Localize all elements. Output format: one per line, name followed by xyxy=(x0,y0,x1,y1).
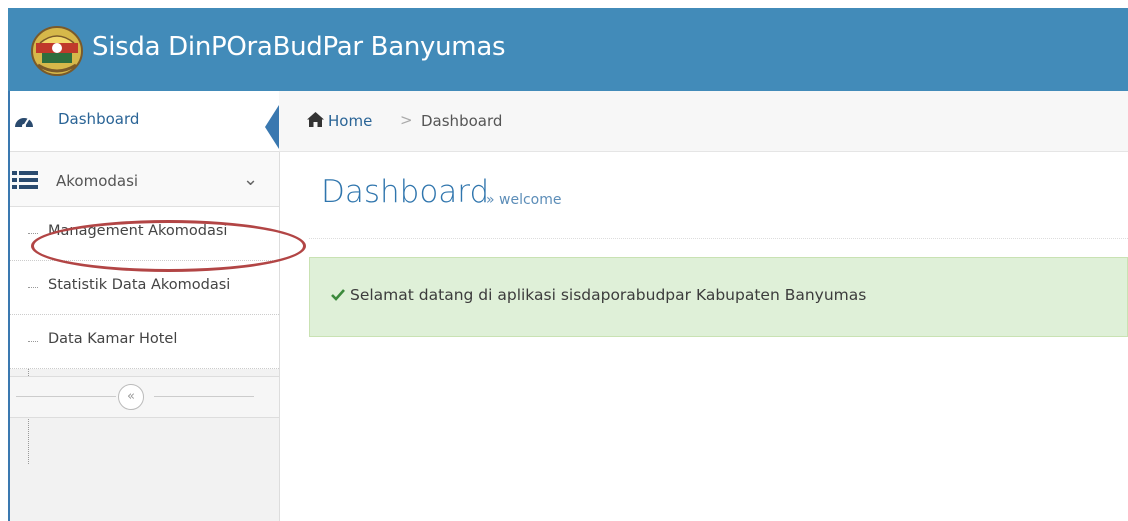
sidebar-subitem-label: Statistik Data Akomodasi xyxy=(48,277,231,293)
breadcrumb-separator: > xyxy=(400,111,413,129)
chevron-down-icon: ⌄ xyxy=(243,169,259,190)
sidebar-subitem-label: Data Kamar Hotel xyxy=(48,331,178,347)
sidebar-subitem-statistik-data-akomodasi[interactable]: Statistik Data Akomodasi xyxy=(8,261,279,315)
home-icon[interactable] xyxy=(306,111,325,128)
list-icon xyxy=(12,171,38,189)
sidebar-subitem-data-kamar-hotel[interactable]: Data Kamar Hotel xyxy=(8,315,279,369)
sidebar-collapse-button[interactable]: « xyxy=(118,384,144,410)
app-frame: Sisda DinPOraBudPar Banyumas Dashboard A… xyxy=(8,8,1128,521)
sidebar-item-akomodasi[interactable]: Akomodasi ⌄ xyxy=(8,152,279,207)
welcome-alert: Selamat datang di aplikasi sisdaporabudp… xyxy=(309,257,1128,337)
sidebar-subitem-label: Management Akomodasi xyxy=(48,223,228,239)
divider xyxy=(154,396,254,397)
page-subtitle: » welcome xyxy=(486,192,562,208)
breadcrumb: Home > Dashboard xyxy=(279,91,1128,152)
sidebar-collapse-row: « xyxy=(8,376,279,418)
page-title: Dashboard xyxy=(321,174,490,210)
tree-connector xyxy=(28,341,38,342)
check-icon xyxy=(331,289,345,301)
alert-message: Selamat datang di aplikasi sisdaporabudp… xyxy=(350,286,867,304)
sidebar-item-label: Akomodasi xyxy=(56,172,139,190)
sidebar: Dashboard Akomodasi ⌄ Management Akomoda… xyxy=(8,91,280,521)
sidebar-subitem-management-akomodasi[interactable]: Management Akomodasi xyxy=(8,207,279,261)
sidebar-item-label: Dashboard xyxy=(58,110,140,128)
sidebar-border xyxy=(8,91,10,521)
sidebar-item-dashboard[interactable]: Dashboard xyxy=(8,91,279,152)
crest-icon[interactable] xyxy=(28,21,86,79)
active-indicator xyxy=(265,105,279,149)
divider xyxy=(16,396,116,397)
breadcrumb-home-link[interactable]: Home xyxy=(328,112,372,130)
app-title[interactable]: Sisda DinPOraBudPar Banyumas xyxy=(92,29,506,65)
tree-connector xyxy=(28,233,38,234)
dashboard-icon xyxy=(15,117,33,128)
divider xyxy=(309,238,1128,239)
top-navbar: Sisda DinPOraBudPar Banyumas xyxy=(8,8,1128,91)
tree-connector xyxy=(28,287,38,288)
breadcrumb-current: Dashboard xyxy=(421,112,503,130)
